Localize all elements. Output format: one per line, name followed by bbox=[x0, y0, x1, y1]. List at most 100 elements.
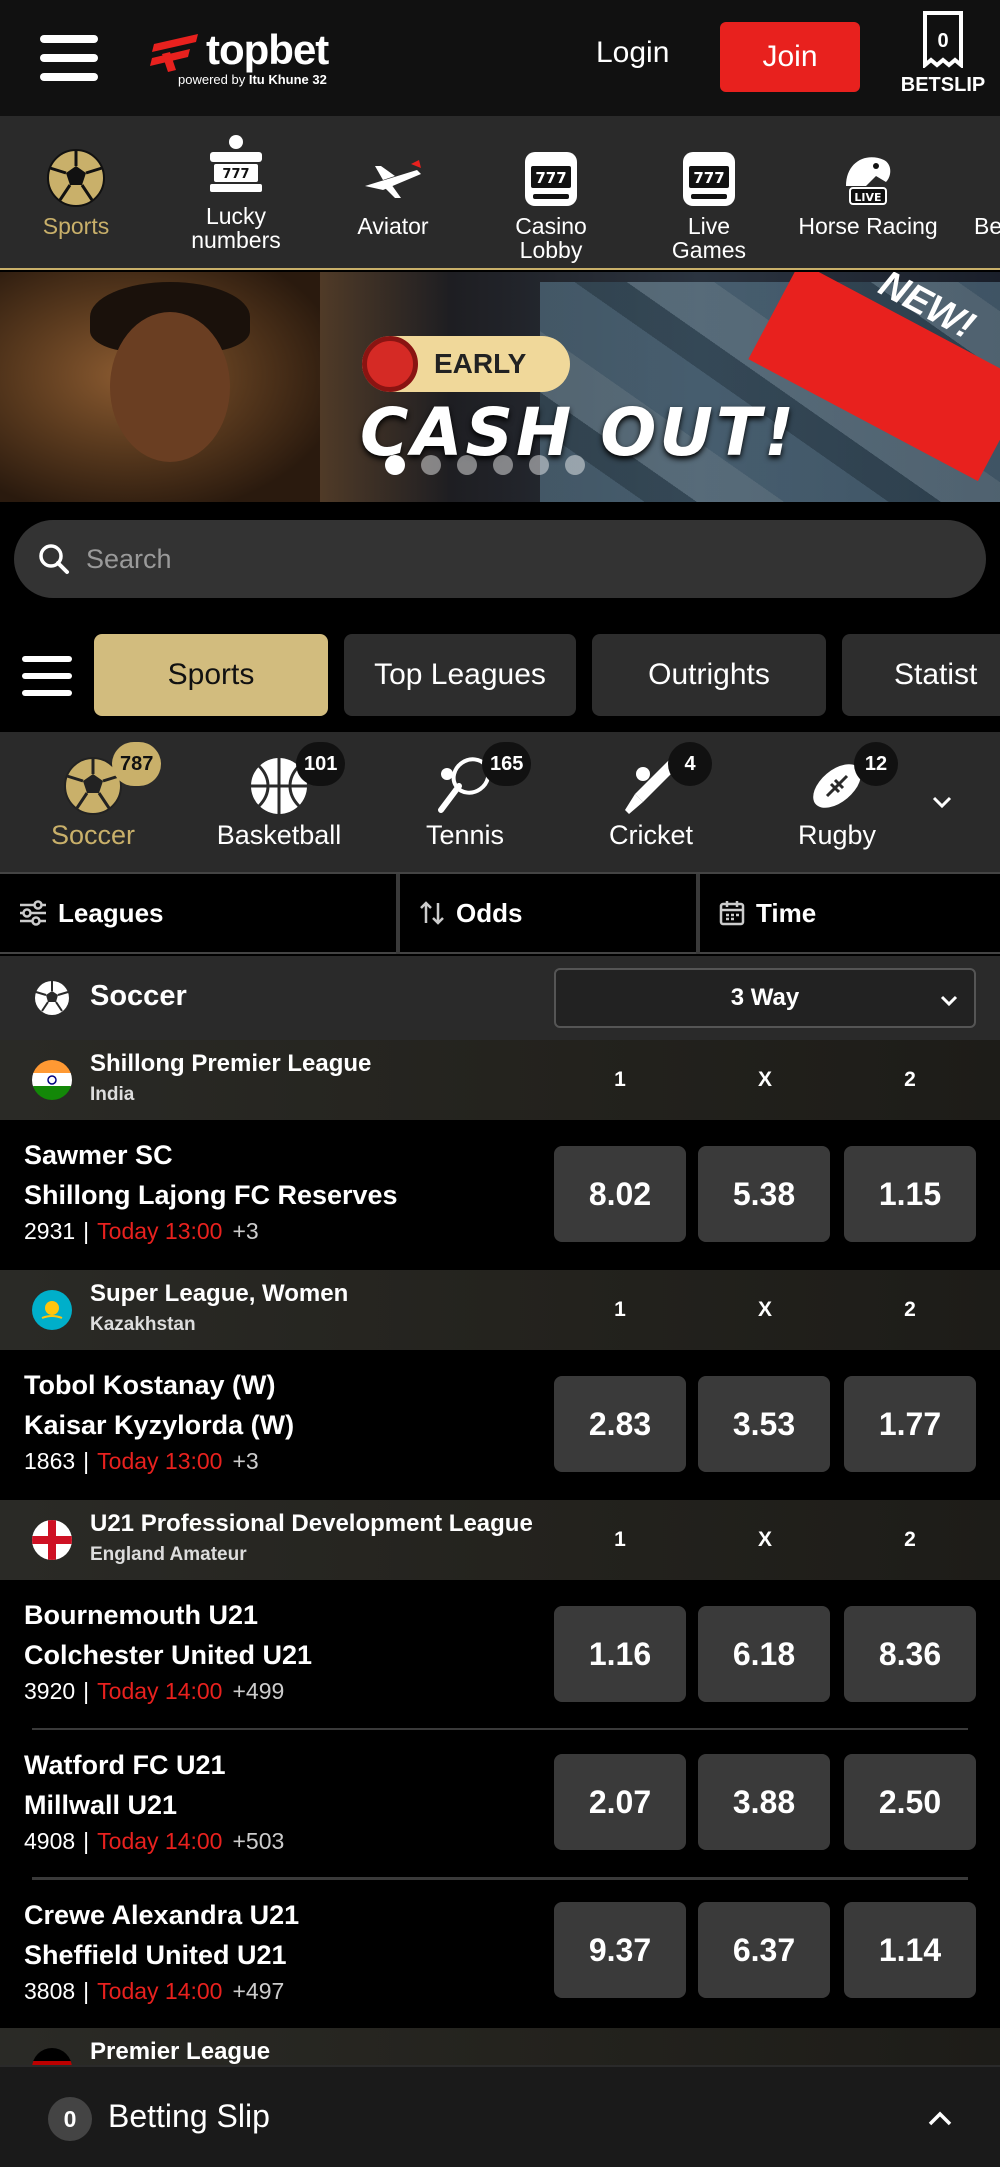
odds-button-away[interactable]: 1.77 bbox=[844, 1376, 976, 1472]
sport-name: Soccer bbox=[50, 820, 136, 850]
odds-button-home[interactable]: 2.83 bbox=[554, 1376, 686, 1472]
league-header-super-league-women[interactable]: Super League, Women Kazakhstan 1 X 2 bbox=[0, 1270, 1000, 1350]
svg-text:777: 777 bbox=[693, 169, 724, 187]
market-sport-title: Soccer bbox=[90, 980, 187, 1012]
league-name: Super League, Women bbox=[90, 1280, 349, 1307]
odds-sort-button[interactable]: Odds bbox=[418, 874, 522, 952]
topbet-logo[interactable]: topbet powered by Itu Khune 32 bbox=[150, 26, 350, 90]
search-input[interactable]: Search bbox=[14, 520, 986, 598]
odds-button-draw[interactable]: 3.53 bbox=[698, 1376, 830, 1472]
category-live-games[interactable]: 777 Live Games bbox=[650, 116, 768, 268]
odds-button-draw[interactable]: 6.18 bbox=[698, 1606, 830, 1702]
match-row[interactable]: Tobol Kostanay (W) Kaisar Kyzylorda (W) … bbox=[0, 1350, 1000, 1500]
betting-slip-bar[interactable]: 0 Betting Slip bbox=[0, 2065, 1000, 2167]
svg-text:777: 777 bbox=[535, 169, 566, 187]
sport-cricket[interactable]: 4 Cricket bbox=[576, 732, 726, 872]
odds-button-away[interactable]: 1.14 bbox=[844, 1902, 976, 1998]
column-x-label: X bbox=[757, 1068, 772, 1091]
away-team: Sheffield United U21 bbox=[24, 1940, 287, 1970]
chevron-down-icon[interactable] bbox=[928, 788, 956, 816]
match-row[interactable]: Watford FC U21 Millwall U21 4908 | Today 1… bbox=[0, 1730, 1000, 1878]
filter-bar: Leagues Odds Time bbox=[0, 872, 1000, 954]
sports-menu-icon[interactable] bbox=[22, 656, 72, 700]
soccer-ball-icon bbox=[47, 149, 105, 207]
betslip-button[interactable]: 0 BETSLIP bbox=[898, 10, 988, 110]
more-markets-link[interactable]: +503 bbox=[232, 1828, 284, 1854]
tab-top-leagues[interactable]: Top Leagues bbox=[344, 634, 576, 716]
league-country: England Amateur bbox=[90, 1544, 247, 1565]
more-markets-link[interactable]: +3 bbox=[232, 1218, 258, 1244]
more-markets-link[interactable]: +3 bbox=[232, 1448, 258, 1474]
lottery-icon: 777 bbox=[210, 135, 262, 192]
column-1-label: 1 bbox=[614, 1298, 626, 1321]
sport-basketball[interactable]: 101 Basketball bbox=[204, 732, 354, 872]
category-casino-lobby[interactable]: 777 Casino Lobby bbox=[484, 116, 618, 268]
odds-button-draw[interactable]: 5.38 bbox=[698, 1146, 830, 1242]
login-link[interactable]: Login bbox=[596, 36, 669, 70]
sport-name: Rugby bbox=[797, 820, 877, 850]
odds-button-home[interactable]: 1.16 bbox=[554, 1606, 686, 1702]
league-country: Kazakhstan bbox=[90, 1314, 196, 1335]
match-meta: 3808 | Today 14:00 +497 bbox=[24, 1978, 285, 2004]
match-meta: 3920 | Today 14:00 +499 bbox=[24, 1678, 285, 1704]
category-lucky-numbers[interactable]: 777 Lucky numbers bbox=[176, 116, 296, 268]
away-team: Shillong Lajong FC Reserves bbox=[24, 1180, 398, 1210]
column-1-label: 1 bbox=[614, 1068, 626, 1091]
more-markets-link[interactable]: +499 bbox=[232, 1678, 284, 1704]
sliders-icon bbox=[20, 900, 46, 926]
category-label: Lucky numbers bbox=[191, 203, 281, 253]
home-team: Crewe Alexandra U21 bbox=[24, 1900, 300, 1930]
away-team: Kaisar Kyzylorda (W) bbox=[24, 1410, 295, 1440]
column-2-label: 2 bbox=[904, 1298, 916, 1321]
league-country: India bbox=[90, 1084, 135, 1105]
match-row[interactable]: Crewe Alexandra U21 Sheffield United U21… bbox=[0, 1880, 1000, 2028]
tab-sports[interactable]: Sports bbox=[94, 634, 328, 716]
chevron-up-icon[interactable] bbox=[924, 2103, 956, 2135]
column-x-label: X bbox=[757, 1528, 772, 1551]
betting-slip-count: 0 bbox=[48, 2097, 92, 2141]
search-placeholder: Search bbox=[86, 543, 172, 574]
odds-button-draw[interactable]: 3.88 bbox=[698, 1754, 830, 1850]
category-sports[interactable]: Sports bbox=[26, 116, 126, 268]
category-more[interactable]: Be bbox=[974, 116, 1000, 268]
sport-tennis[interactable]: 165 Tennis bbox=[390, 732, 540, 872]
tab-outrights[interactable]: Outrights bbox=[592, 634, 826, 716]
odds-button-away[interactable]: 1.15 bbox=[844, 1146, 976, 1242]
sport-soccer[interactable]: 787 Soccer bbox=[18, 732, 168, 872]
sport-count-badge: 787 bbox=[112, 742, 162, 786]
promo-banner[interactable]: NEW! EARLY CASH OUT! bbox=[0, 272, 1000, 502]
match-row[interactable]: Sawmer SC Shillong Lajong FC Reserves 29… bbox=[0, 1120, 1000, 1270]
tab-statistics[interactable]: Statist bbox=[842, 634, 1000, 716]
odds-button-away[interactable]: 2.50 bbox=[844, 1754, 976, 1850]
match-meta: 2931 | Today 13:00 +3 bbox=[24, 1218, 259, 1244]
category-aviator[interactable]: Aviator bbox=[346, 116, 440, 268]
search-icon bbox=[39, 544, 69, 574]
main-menu-icon[interactable] bbox=[40, 35, 98, 81]
banner-person-image bbox=[0, 272, 320, 502]
odds-button-away[interactable]: 8.36 bbox=[844, 1606, 976, 1702]
leagues-filter-button[interactable]: Leagues bbox=[18, 874, 164, 952]
calendar-icon bbox=[719, 901, 745, 926]
league-header-shillong[interactable]: Shillong Premier League India 1 X 2 bbox=[0, 1040, 1000, 1120]
time-filter-button[interactable]: Time bbox=[718, 874, 816, 952]
match-row[interactable]: Bournemouth U21 Colchester United U21 39… bbox=[0, 1580, 1000, 1728]
category-horse-racing[interactable]: LIVE Horse Racing bbox=[798, 116, 938, 268]
kazakhstan-flag-icon bbox=[32, 1290, 72, 1330]
banner-carousel-dots[interactable] bbox=[385, 455, 585, 475]
odds-button-home[interactable]: 2.07 bbox=[554, 1754, 686, 1850]
category-nav: Sports 777 Lucky numbers Aviator 777 Cas… bbox=[0, 116, 1000, 270]
market-type-select[interactable]: 3 Way bbox=[554, 968, 976, 1028]
category-label: Casino Lobby bbox=[515, 213, 587, 263]
early-badge: EARLY bbox=[362, 336, 570, 392]
odds-button-home[interactable]: 8.02 bbox=[554, 1146, 686, 1242]
league-name: Shillong Premier League bbox=[90, 1050, 372, 1077]
odds-button-home[interactable]: 9.37 bbox=[554, 1902, 686, 1998]
more-markets-link[interactable]: +497 bbox=[232, 1978, 284, 2004]
join-button[interactable]: Join bbox=[720, 22, 860, 92]
receipt-icon: 0 bbox=[922, 10, 964, 70]
logo-tagline: powered by Itu Khune 32 bbox=[178, 72, 327, 87]
league-header-u21-pdl[interactable]: U21 Professional Development League Engl… bbox=[0, 1500, 1000, 1580]
home-team: Watford FC U21 bbox=[24, 1750, 226, 1780]
odds-button-draw[interactable]: 6.37 bbox=[698, 1902, 830, 1998]
sport-rugby[interactable]: 12 Rugby bbox=[762, 732, 912, 872]
